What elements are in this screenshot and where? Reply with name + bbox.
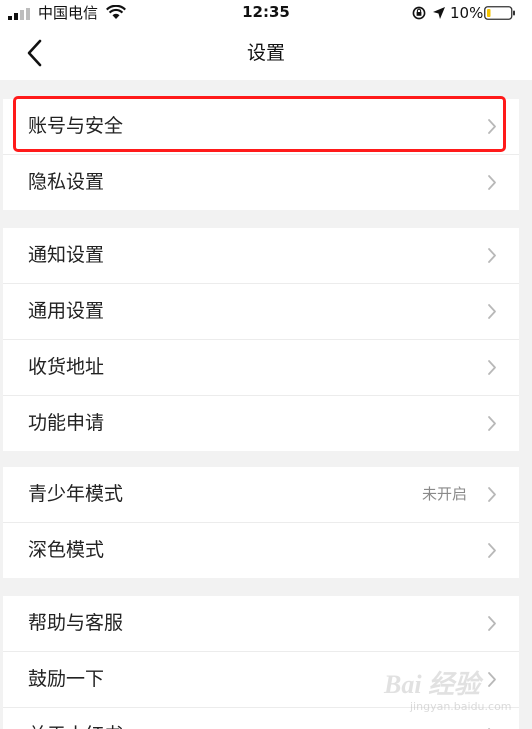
row-label: 鼓励一下 xyxy=(28,668,105,690)
settings-row-about[interactable]: 关于小红书 xyxy=(3,708,519,729)
settings-group-general: 通知设置 通用设置 收货地址 功能申请 xyxy=(3,228,519,451)
location-arrow-icon xyxy=(433,7,445,19)
row-label: 关于小红书 xyxy=(28,708,123,729)
chevron-right-icon xyxy=(488,175,496,190)
chevron-right-icon xyxy=(488,543,496,558)
settings-group-support: 帮助与客服 鼓励一下 关于小红书 xyxy=(3,596,519,729)
battery-percent: 10% xyxy=(450,4,484,22)
chevron-left-icon xyxy=(27,39,42,67)
settings-row-shipping-address[interactable]: 收货地址 xyxy=(3,340,519,396)
chevron-right-icon xyxy=(488,416,496,431)
settings-group-account: 账号与安全 隐私设置 xyxy=(3,99,519,210)
page-title: 设置 xyxy=(246,42,285,64)
settings-row-general[interactable]: 通用设置 xyxy=(3,284,519,340)
settings-row-encourage[interactable]: 鼓励一下 xyxy=(3,652,519,708)
settings-row-account-security[interactable]: 账号与安全 xyxy=(3,99,519,155)
rotation-lock-icon xyxy=(412,6,426,20)
row-label: 收货地址 xyxy=(28,356,105,378)
chevron-right-icon xyxy=(488,119,496,134)
settings-row-notifications[interactable]: 通知设置 xyxy=(3,228,519,284)
settings-group-display: 青少年模式 未开启 深色模式 xyxy=(3,467,519,578)
settings-row-privacy[interactable]: 隐私设置 xyxy=(3,155,519,210)
row-label: 深色模式 xyxy=(28,539,105,561)
teen-mode-status: 未开启 xyxy=(421,485,467,503)
chevron-right-icon xyxy=(488,672,496,687)
status-bar: 中国电信 12:35 10% xyxy=(0,0,532,26)
settings-row-dark-mode[interactable]: 深色模式 xyxy=(3,523,519,578)
settings-row-feature-request[interactable]: 功能申请 xyxy=(3,396,519,451)
settings-row-teen-mode[interactable]: 青少年模式 未开启 xyxy=(3,467,519,523)
chevron-right-icon xyxy=(488,304,496,319)
row-label: 隐私设置 xyxy=(28,171,105,193)
chevron-right-icon xyxy=(488,360,496,375)
battery-icon xyxy=(484,6,515,20)
chevron-right-icon xyxy=(488,248,496,263)
chevron-right-icon xyxy=(488,616,496,631)
row-label: 账号与安全 xyxy=(28,115,124,137)
back-button[interactable] xyxy=(16,36,56,70)
row-label: 通用设置 xyxy=(28,300,105,322)
navigation-bar: 设置 xyxy=(0,26,532,80)
settings-row-help-support[interactable]: 帮助与客服 xyxy=(3,596,519,652)
chevron-right-icon xyxy=(488,487,496,502)
row-label: 帮助与客服 xyxy=(28,612,124,634)
app-screen: 中国电信 12:35 10% 设置 账号与安全 隐私设置 通知设置 通用设置 收… xyxy=(0,0,532,729)
row-label: 功能申请 xyxy=(28,412,105,434)
row-label: 通知设置 xyxy=(28,244,105,266)
row-label: 青少年模式 xyxy=(28,483,124,505)
